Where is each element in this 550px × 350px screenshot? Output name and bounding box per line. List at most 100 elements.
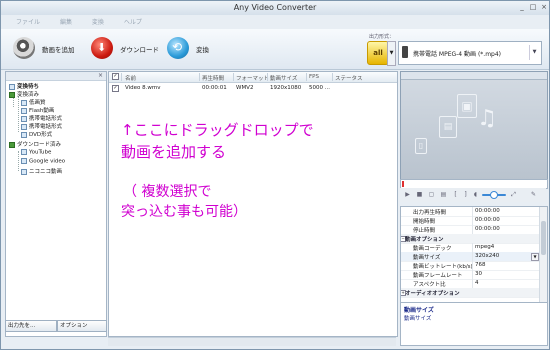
column-size[interactable]: 動画サイズ	[270, 74, 297, 82]
chevron-down-icon[interactable]: ▼	[529, 45, 539, 60]
annotation-line-1: ↑ここにドラッグドロップで	[121, 121, 314, 139]
left-footer: 出力先を... オプション	[5, 320, 107, 332]
format-category-dropdown[interactable]: ▼	[387, 41, 396, 66]
fullscreen-icon[interactable]: ⤢	[510, 191, 517, 198]
file-icon	[21, 168, 27, 175]
minimize-button[interactable]: _	[517, 3, 527, 12]
tab-output-folder[interactable]: 出力先を...	[5, 320, 57, 332]
tree-line	[18, 151, 19, 171]
property-key: 動画サイズ	[413, 255, 441, 261]
status-bar	[108, 337, 396, 346]
app-window: Any Video Converter _ □ × ファイル 編集 変換 ヘルプ…	[0, 0, 550, 350]
download-label: ダウンロード	[120, 46, 159, 54]
menu-edit[interactable]: 編集	[51, 17, 81, 26]
properties-grid[interactable]: 出力再生時間 00:00:00 開始時間 00:00:00 停止時間 00:00…	[400, 206, 548, 313]
column-status[interactable]: ステータス	[335, 74, 363, 82]
output-format-label: 出力形式：	[369, 34, 395, 40]
edit-icon[interactable]: ✎	[530, 191, 537, 198]
section-label: オーディオオプション	[405, 291, 460, 297]
tree-group-converted[interactable]: 変換済み	[9, 90, 39, 98]
maximize-button[interactable]: □	[528, 3, 538, 12]
phone-icon: ▯	[415, 138, 427, 154]
row-checkbox[interactable]: ✓	[112, 85, 119, 92]
property-value[interactable]: mpeg4	[475, 244, 494, 250]
category-tree-panel: × 変換待ち 変換済み 低画質 Flash動画 携帯電話形式 携帯電話形式 DV…	[5, 71, 107, 337]
tree-item-dvd[interactable]: DVD形式	[21, 130, 52, 138]
seek-position-marker[interactable]	[402, 181, 404, 187]
stop-icon[interactable]: ■	[416, 191, 423, 198]
folder-icon[interactable]: ▤	[440, 191, 447, 198]
preview-panel: ▣ ♫ ▤ ▯	[400, 71, 548, 180]
scrollbar-thumb[interactable]	[541, 221, 546, 255]
convert-icon	[167, 37, 189, 59]
property-value[interactable]: 00:00:00	[475, 217, 500, 223]
property-value[interactable]: 320x240	[475, 253, 499, 259]
output-profile-select[interactable]: 携帯電話 MPEG-4 動画 (*.mp4) ▼	[398, 41, 542, 65]
add-video-label: 動画を追加	[42, 46, 75, 54]
column-fps[interactable]: FPS	[309, 74, 319, 80]
properties-scrollbar[interactable]	[539, 207, 547, 312]
tree-item-google-video[interactable]: Google video	[21, 158, 65, 165]
preview-header	[401, 72, 547, 80]
tree-group-downloaded[interactable]: ダウンロード済み	[9, 140, 61, 148]
mark-in-icon[interactable]: [	[452, 191, 459, 198]
download-button[interactable]: ダウンロード	[91, 37, 161, 61]
cell-name: Video 8.wmv	[125, 85, 161, 91]
column-name[interactable]: 名前	[125, 74, 136, 82]
file-icon	[21, 149, 27, 155]
tree-group-label: ダウンロード済み	[17, 142, 62, 148]
tree-item-mobile-2[interactable]: 携帯電話形式	[21, 122, 62, 130]
property-value[interactable]: 4	[475, 280, 479, 286]
cell-duration: 00:00:01	[202, 85, 227, 91]
menu-help[interactable]: ヘルプ	[115, 17, 151, 26]
music-note-icon: ♫	[477, 106, 497, 131]
tree-item-niconico[interactable]: ニコニコ動画	[21, 167, 62, 175]
section-label: 動画オプション	[405, 237, 444, 243]
tree-item-mobile-1[interactable]: 携帯電話形式	[21, 114, 62, 122]
folder-icon	[9, 91, 15, 98]
tree-root-pending[interactable]: 変換待ち	[9, 82, 39, 90]
property-key: 停止時間	[413, 228, 436, 234]
file-icon	[21, 131, 27, 138]
description-text: 動画サイズ	[404, 316, 432, 322]
property-value[interactable]: 00:00:00	[475, 208, 500, 214]
select-all-checkbox[interactable]: ✓	[112, 73, 119, 80]
property-value[interactable]: 00:00:00	[475, 226, 500, 232]
menu-convert[interactable]: 変換	[83, 17, 113, 26]
mark-out-icon[interactable]: ]	[462, 191, 469, 198]
add-video-button[interactable]: 動画を追加	[13, 37, 83, 61]
cell-format: WMV2	[236, 85, 254, 91]
table-row[interactable]: ✓ Video 8.wmv 00:00:01 WMV2 1920x1080 50…	[109, 84, 397, 93]
tree-item-label: YouTube	[29, 149, 52, 156]
convert-button[interactable]: 変換	[167, 37, 217, 61]
file-icon	[21, 158, 27, 164]
snapshot-icon[interactable]: ▢	[428, 191, 435, 198]
column-duration[interactable]: 再生時間	[202, 74, 224, 82]
playback-controls: ▶ ■ ▢ ▤ [ ] ◖ ⤢ ✎	[400, 188, 546, 202]
tree-line	[18, 96, 19, 132]
menu-file[interactable]: ファイル	[7, 17, 49, 26]
column-separator	[472, 243, 473, 252]
close-icon[interactable]: ×	[98, 72, 103, 79]
play-icon[interactable]: ▶	[404, 191, 411, 198]
tree-item-youtube[interactable]: YouTube	[21, 149, 51, 156]
property-value[interactable]: 768	[475, 262, 486, 268]
property-value[interactable]: 30	[475, 271, 482, 277]
tab-options[interactable]: オプション	[57, 320, 107, 332]
column-separator	[199, 73, 200, 81]
column-separator	[472, 216, 473, 225]
format-category-icon[interactable]: all	[367, 41, 389, 65]
file-icon	[21, 107, 27, 114]
media-player-icon: ▤	[439, 116, 457, 138]
tree-item-flash[interactable]: Flash動画	[21, 106, 54, 114]
tree-item-low-quality[interactable]: 低画質	[21, 98, 46, 106]
volume-slider-knob[interactable]	[490, 191, 498, 199]
property-key: 開始時間	[413, 219, 436, 225]
close-button[interactable]: ×	[539, 3, 549, 12]
chevron-down-icon[interactable]: ▼	[531, 253, 539, 261]
volume-icon[interactable]: ◖	[472, 191, 479, 198]
column-separator	[306, 73, 307, 81]
mobile-phone-icon	[402, 46, 408, 58]
property-section-audio[interactable]: + オーディオオプション	[401, 288, 539, 298]
column-format[interactable]: フォーマット	[236, 74, 269, 82]
